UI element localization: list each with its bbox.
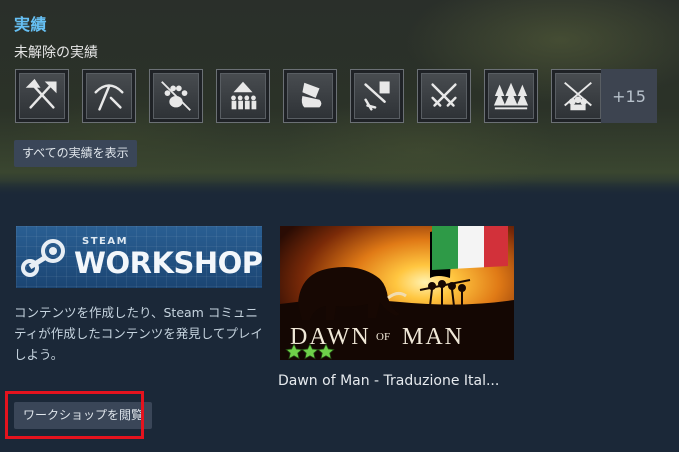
achievement-2[interactable]	[82, 69, 136, 123]
achievement-9[interactable]	[551, 69, 605, 123]
featured-item-thumbnail[interactable]: DAWN OF MAN	[280, 226, 514, 360]
game-logo-dawn: DAWN	[290, 324, 371, 350]
browse-workshop-button[interactable]: ワークショップを閲覧	[14, 402, 153, 429]
game-logo-of: OF	[376, 331, 390, 343]
workshop-description: コンテンツを作成したり、Steam コミュニティが作成したコンテンツを発見してプ…	[14, 305, 263, 362]
show-all-achievements-button[interactable]: すべての実績を表示	[14, 140, 137, 167]
achievement-1[interactable]	[15, 69, 69, 123]
achievement-6[interactable]	[350, 69, 404, 123]
hammer-strike-icon	[364, 81, 390, 111]
steam-logo-icon	[21, 239, 65, 277]
crossed-swords-icon	[431, 83, 457, 107]
locked-achievements-subtitle: 未解除の実績	[14, 45, 98, 61]
achievement-3[interactable]	[149, 69, 203, 123]
pouring-bowl-icon	[301, 82, 322, 108]
crossed-spears-people-icon	[564, 81, 592, 111]
crossed-axe-spear-icon	[25, 78, 57, 109]
paw-print-icon	[161, 81, 191, 111]
achievement-5[interactable]	[283, 69, 337, 123]
more-achievements-count[interactable]: +15	[601, 69, 657, 123]
achievements-title: 実績	[14, 15, 48, 34]
steam-workshop-banner[interactable]: STEAM WORKSHOP	[16, 226, 262, 288]
featured-item-title[interactable]: Dawn of Man - Traduzione Ital...	[278, 373, 499, 389]
achievement-8[interactable]	[484, 69, 538, 123]
workshop-logo-workshop: WORKSHOP	[74, 246, 262, 280]
dawn-of-man-artwork: DAWN OF MAN	[280, 226, 514, 360]
achievement-4[interactable]	[216, 69, 270, 123]
pine-forest-icon	[493, 82, 529, 110]
game-logo-man: MAN	[402, 324, 464, 350]
achievement-7[interactable]	[417, 69, 471, 123]
tribe-hut-icon	[231, 81, 257, 110]
pickaxe-icon	[94, 84, 124, 111]
